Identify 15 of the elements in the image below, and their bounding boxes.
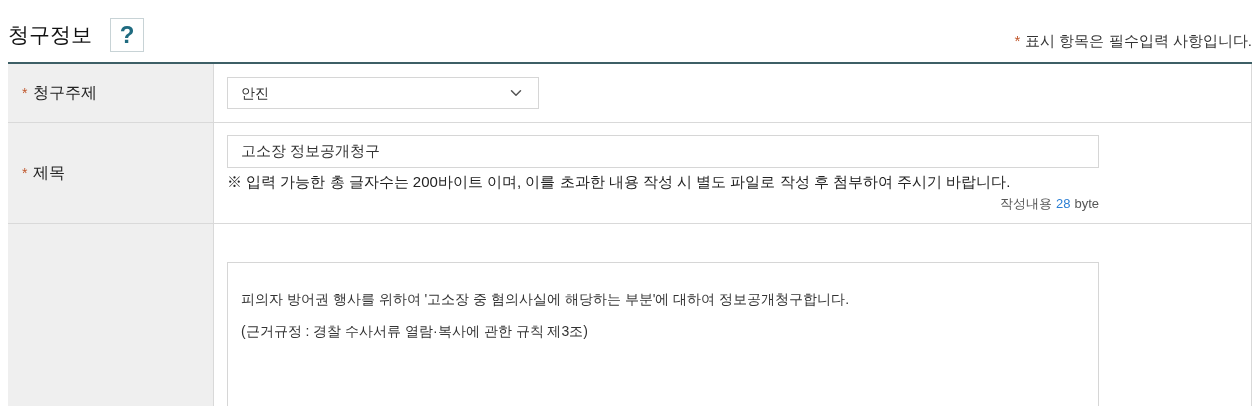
- byte-count: 28: [1055, 194, 1071, 213]
- byte-limit-note: ※ 입력 가능한 총 글자수는 200바이트 이며, 이를 초과한 내용 작성 시 별도 파일로 작성 후 첨부하여 주시기 바랍니다.: [227, 172, 1012, 192]
- required-mark: *: [22, 163, 28, 183]
- required-mark: *: [22, 83, 28, 103]
- required-mark: *: [1014, 30, 1021, 51]
- byte-unit: byte: [1074, 194, 1099, 213]
- subject-select[interactable]: 안진: [227, 77, 539, 109]
- field-label: 제목: [33, 163, 66, 183]
- counter-label: 작성내용: [999, 194, 1052, 213]
- content-textarea[interactable]: 피의자 방어권 행사를 위하여 '고소장 중 혐의사실에 해당하는 부분'에 대하여 정보공개청구합니다. (근거규정 : 경찰 수사서류 열람·복사에 관한 규칙 제3조): [227, 262, 1099, 406]
- help-button[interactable]: ?: [110, 18, 144, 52]
- required-legend: 표시 항목은 필수입력 사항입니다.: [1025, 29, 1252, 52]
- title-input[interactable]: 고소장 정보공개청구: [227, 135, 1099, 168]
- section-title: 청구정보: [8, 22, 92, 49]
- field-label: 청구주제: [33, 83, 98, 103]
